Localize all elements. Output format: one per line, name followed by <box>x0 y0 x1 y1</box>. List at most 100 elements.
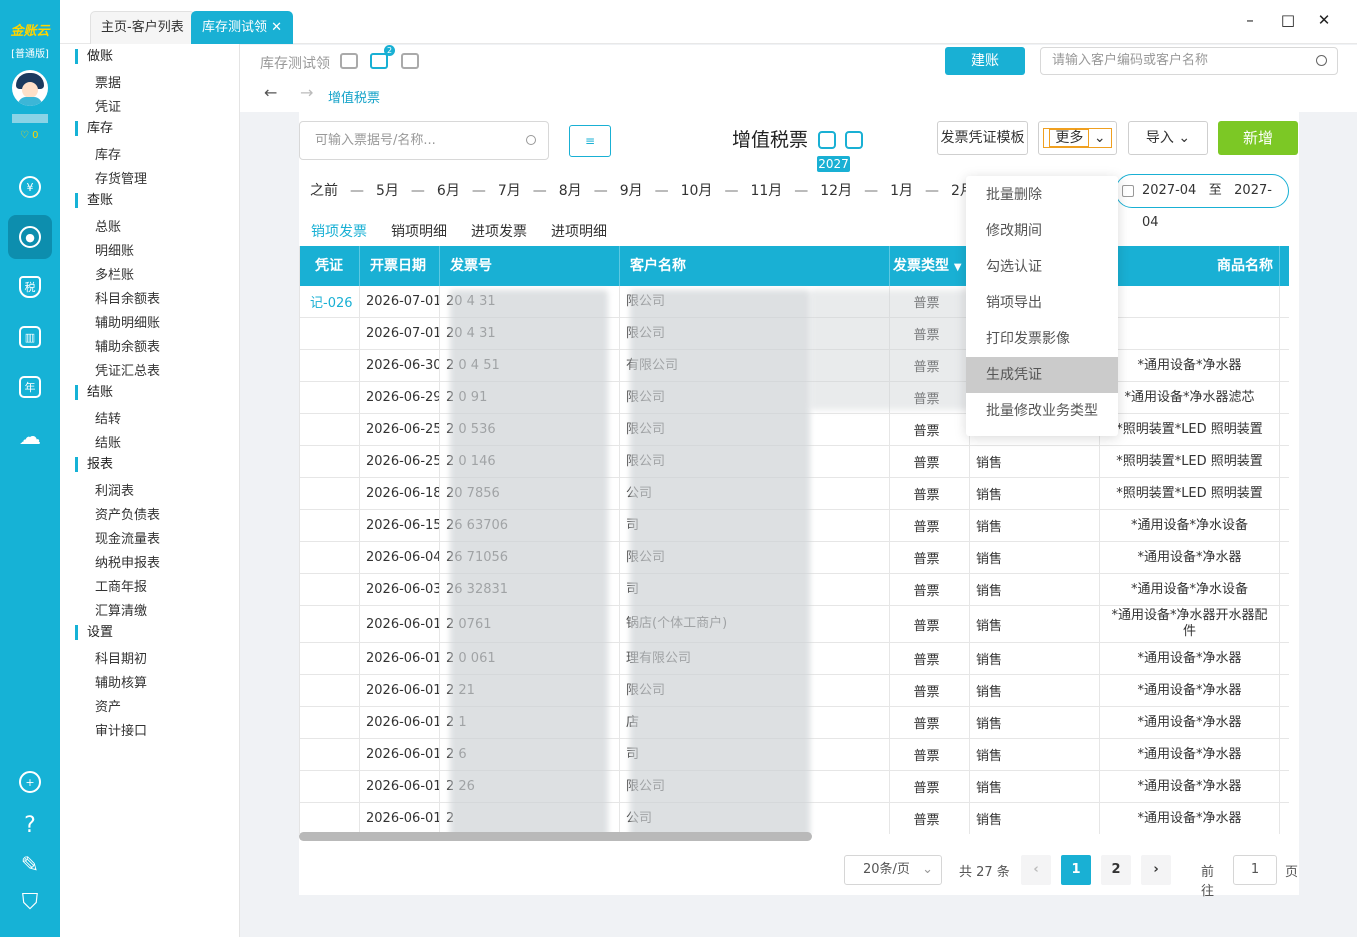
back-arrow-icon[interactable]: ← <box>264 83 277 102</box>
menu-item-5-2[interactable]: 资产 <box>95 696 121 715</box>
menu-item-4-3[interactable]: 纳税申报表 <box>95 552 160 571</box>
cell-voucher[interactable] <box>300 707 360 738</box>
tray-icon[interactable] <box>401 53 419 69</box>
menu-item-0-1[interactable]: 凭证 <box>95 96 121 115</box>
period-8[interactable]: 12月 <box>820 183 852 199</box>
menu-item-4-2[interactable]: 现金流量表 <box>95 528 160 547</box>
close-icon[interactable]: ✕ <box>271 20 282 35</box>
tab-inventory-test[interactable]: 库存测试领 ✕ <box>191 11 294 44</box>
users-icon[interactable]: ● <box>0 215 60 259</box>
cell-voucher[interactable] <box>300 643 360 674</box>
col-invoice-type[interactable]: 发票类型 ▼ <box>890 246 970 286</box>
tab-purchase-invoices[interactable]: 进项发票 <box>471 221 527 241</box>
cell-voucher[interactable] <box>300 382 360 413</box>
period-0[interactable]: 之前 <box>310 183 338 199</box>
menu-item-5-0[interactable]: 科目期初 <box>95 648 147 667</box>
cell-voucher[interactable]: 记-026 <box>300 286 360 317</box>
invoice-template-button[interactable]: 发票凭证模板 <box>937 121 1028 155</box>
menu-item-2-5[interactable]: 辅助余额表 <box>95 336 160 355</box>
tab-sales-details[interactable]: 销项明细 <box>391 221 447 241</box>
cell-voucher[interactable] <box>300 606 360 642</box>
menu-item-2-3[interactable]: 科目余额表 <box>95 288 160 307</box>
cell-voucher[interactable] <box>300 446 360 477</box>
col-voucher[interactable]: 凭证 <box>300 246 360 286</box>
menu-item-3-0[interactable]: 结转 <box>95 408 121 427</box>
more-menu-item-2[interactable]: 勾选认证 <box>966 249 1118 285</box>
period-1[interactable]: 5月 <box>376 183 399 199</box>
zoom-icon[interactable]: + <box>0 760 60 804</box>
tab-purchase-details[interactable]: 进项明细 <box>551 221 607 241</box>
print-icon[interactable] <box>340 53 358 69</box>
period-9[interactable]: 1月 <box>890 183 913 199</box>
cell-voucher[interactable] <box>300 478 360 509</box>
annual-report-icon[interactable]: 年 <box>0 365 60 409</box>
goto-page-input[interactable]: 1 <box>1233 855 1277 885</box>
more-menu-item-0[interactable]: 批量删除 <box>966 177 1118 213</box>
menu-item-2-1[interactable]: 明细账 <box>95 240 134 259</box>
more-menu-item-4[interactable]: 打印发票影像 <box>966 321 1118 357</box>
tab-home-customers[interactable]: 主页-客户列表 <box>90 11 195 44</box>
invoice-search-input[interactable]: 可输入票据号/名称... <box>299 121 549 160</box>
menu-item-3-1[interactable]: 结账 <box>95 432 121 451</box>
menu-item-4-4[interactable]: 工商年报 <box>95 576 147 595</box>
period-7[interactable]: 11月 <box>750 183 782 199</box>
period-3[interactable]: 7月 <box>498 183 521 199</box>
cell-voucher[interactable] <box>300 542 360 573</box>
avatar[interactable] <box>12 70 48 106</box>
customer-search-input[interactable]: 请输入客户编码或客户名称 <box>1040 47 1338 75</box>
yen-icon[interactable]: ¥ <box>0 165 60 209</box>
cell-voucher[interactable] <box>300 739 360 770</box>
menu-item-2-0[interactable]: 总账 <box>95 216 121 235</box>
next-page-button[interactable]: › <box>1141 855 1171 885</box>
maximize-button[interactable]: □ <box>1278 10 1298 30</box>
tax-shield-icon[interactable]: 税 <box>0 265 60 309</box>
cell-voucher[interactable] <box>300 350 360 381</box>
more-menu-item-1[interactable]: 修改期间 <box>966 213 1118 249</box>
import-button[interactable]: 导入 ⌄ <box>1128 121 1208 155</box>
cloud-icon[interactable]: ☁ <box>0 415 60 459</box>
building-icon[interactable]: ▥ <box>0 315 60 359</box>
cell-voucher[interactable] <box>300 771 360 802</box>
cell-voucher[interactable] <box>300 318 360 349</box>
caret-down-icon[interactable]: ▼ <box>954 262 962 273</box>
help-icon[interactable]: ? <box>0 803 60 847</box>
prev-page-button[interactable]: ‹ <box>1021 855 1051 885</box>
clipboard-icon[interactable] <box>370 53 388 69</box>
menu-item-5-3[interactable]: 审计接口 <box>95 720 147 739</box>
more-menu-item-5[interactable]: 生成凭证 <box>966 357 1118 393</box>
open-book-button[interactable]: 建账 <box>945 47 1025 75</box>
period-4[interactable]: 8月 <box>559 183 582 199</box>
filter-button[interactable]: ≡ <box>569 125 611 157</box>
page-1-button[interactable]: 1 <box>1061 855 1091 885</box>
menu-item-4-5[interactable]: 汇算清缴 <box>95 600 147 619</box>
more-menu-item-3[interactable]: 销项导出 <box>966 285 1118 321</box>
cell-voucher[interactable] <box>300 574 360 605</box>
menu-item-0-0[interactable]: 票据 <box>95 72 121 91</box>
more-menu-item-6[interactable]: 批量修改业务类型 <box>966 393 1118 429</box>
shirt-icon[interactable]: ⛉ <box>0 880 60 924</box>
col-invoice-no[interactable]: 发票号 <box>440 246 620 286</box>
menu-item-2-2[interactable]: 多栏账 <box>95 264 134 283</box>
menu-item-1-1[interactable]: 存货管理 <box>95 168 147 187</box>
page-size-select[interactable]: 20条/页 ⌄ <box>844 855 942 885</box>
page-2-button[interactable]: 2 <box>1101 855 1131 885</box>
menu-item-5-1[interactable]: 辅助核算 <box>95 672 147 691</box>
search-icon[interactable] <box>526 135 536 145</box>
col-goods[interactable]: 商品名称 <box>1100 246 1280 286</box>
share-icon[interactable] <box>818 131 836 149</box>
col-customer[interactable]: 客户名称 <box>620 246 890 286</box>
period-6[interactable]: 10月 <box>681 183 713 199</box>
menu-item-4-1[interactable]: 资产负债表 <box>95 504 160 523</box>
menu-item-2-4[interactable]: 辅助明细账 <box>95 312 160 331</box>
add-button[interactable]: 新增 <box>1218 121 1298 155</box>
forward-arrow-icon[interactable]: → <box>300 83 313 102</box>
close-window-button[interactable]: ✕ <box>1314 10 1334 30</box>
minimize-button[interactable]: – <box>1240 10 1260 30</box>
menu-item-1-0[interactable]: 库存 <box>95 144 121 163</box>
horizontal-scrollbar[interactable] <box>299 832 812 841</box>
menu-item-4-0[interactable]: 利润表 <box>95 480 134 499</box>
cell-voucher[interactable] <box>300 414 360 445</box>
date-range-picker[interactable]: 2027-04 至 2027-04 <box>1115 174 1289 230</box>
period-5[interactable]: 9月 <box>620 183 643 199</box>
tab-sales-invoices[interactable]: 销项发票 <box>311 221 367 249</box>
